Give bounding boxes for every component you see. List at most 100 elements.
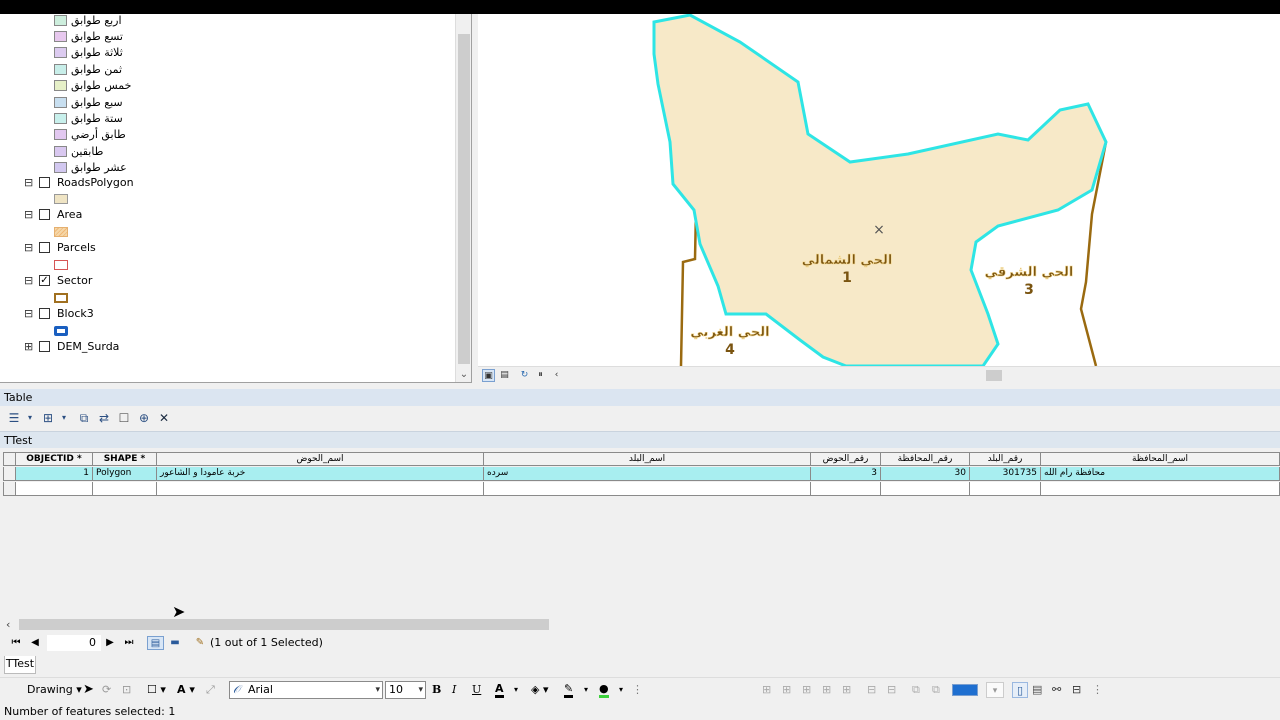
column-header[interactable]: رقم_البلد: [970, 452, 1041, 466]
record-number-input[interactable]: 0: [47, 635, 101, 651]
align-right-icon[interactable]: ⊞: [802, 682, 811, 698]
layout-toggle-icon[interactable]: ▤: [1032, 682, 1042, 698]
font-name-select[interactable]: 𝒪 Arial ▾: [229, 681, 383, 699]
scroll-left-arrow-icon[interactable]: ‹: [6, 617, 10, 632]
align-center-icon[interactable]: ⊞: [782, 682, 791, 698]
cell-objectid[interactable]: 1: [16, 467, 93, 481]
class-item[interactable]: ستة طوابق: [54, 110, 123, 126]
layer-item[interactable]: ⊞ DEM_Surda: [24, 338, 119, 354]
class-item[interactable]: طابقين: [54, 143, 103, 159]
column-header[interactable]: اسم_البلد: [484, 452, 811, 466]
column-header[interactable]: SHAPE *: [93, 452, 157, 466]
cell-town-name[interactable]: سرده: [484, 467, 811, 481]
drawing-menu[interactable]: Drawing ▾: [27, 682, 82, 698]
delete-selected-icon[interactable]: ✕: [156, 410, 172, 426]
rectangle-icon[interactable]: ☐ ▾: [147, 682, 166, 698]
fill-color-swatch[interactable]: [952, 684, 978, 696]
empty-cell[interactable]: [16, 482, 93, 496]
scroll-left-icon[interactable]: ‹: [550, 369, 563, 382]
empty-cell[interactable]: [1041, 482, 1280, 496]
layer-expander-icon[interactable]: ⊞: [24, 341, 33, 352]
table-options-icon[interactable]: ☰: [6, 410, 22, 426]
class-item[interactable]: سبع طوابق: [54, 94, 123, 110]
toc-scroll-thumb[interactable]: [458, 34, 470, 364]
fill-color-icon[interactable]: ◈ ▾: [531, 682, 548, 698]
last-record-icon[interactable]: ⏭: [122, 636, 136, 650]
layer-item[interactable]: ⊟ RoadsPolygon: [24, 174, 134, 190]
layer-visibility-checkbox[interactable]: ✓: [39, 274, 50, 286]
font-size-select[interactable]: 10 ▾: [385, 681, 426, 699]
row-selector-header[interactable]: [3, 452, 16, 466]
table-horizontal-scrollbar[interactable]: ‹: [3, 617, 1280, 632]
bold-button[interactable]: B: [432, 682, 441, 698]
column-header[interactable]: OBJECTID *: [16, 452, 93, 466]
empty-cell[interactable]: [881, 482, 970, 496]
distribute-vertical-icon[interactable]: ⊟: [887, 682, 896, 698]
class-item[interactable]: طابق أرضي: [54, 127, 126, 143]
layer-item[interactable]: ⊟ Area: [24, 207, 82, 223]
refresh-icon[interactable]: ↻: [518, 369, 531, 382]
align-left-icon[interactable]: ⊞: [762, 682, 771, 698]
row-selector[interactable]: [3, 482, 16, 496]
edit-vertices-icon[interactable]: ⤢: [206, 682, 215, 698]
layout-view-icon[interactable]: ▤: [498, 369, 511, 382]
toolbar-options-icon[interactable]: ⋮: [632, 682, 643, 698]
marker-color-icon[interactable]: ●: [599, 682, 609, 698]
align-bottom-icon[interactable]: ⊞: [842, 682, 851, 698]
previous-record-icon[interactable]: ◀: [28, 636, 42, 650]
font-color-dropdown-icon[interactable]: ▾: [514, 682, 518, 698]
cell-gov-no[interactable]: 30: [881, 467, 970, 481]
switch-selection-icon[interactable]: ⇄: [96, 410, 112, 426]
report-icon[interactable]: ⊟: [1072, 682, 1081, 698]
layer-visibility-checkbox[interactable]: [39, 242, 50, 254]
empty-cell[interactable]: [484, 482, 811, 496]
select-by-attributes-icon[interactable]: ⧉: [76, 410, 92, 426]
layer-visibility-checkbox[interactable]: [39, 209, 50, 221]
layer-visibility-checkbox[interactable]: [39, 307, 50, 319]
zoom-whole-page-icon[interactable]: ⊡: [122, 682, 131, 698]
column-header[interactable]: رقم_الحوض: [811, 452, 881, 466]
cell-shape[interactable]: Polygon: [93, 467, 157, 481]
clear-selection-icon[interactable]: ☐: [116, 410, 132, 426]
map-scroll-thumb[interactable]: [986, 370, 1002, 381]
empty-cell[interactable]: [93, 482, 157, 496]
table-new-row[interactable]: [3, 482, 1280, 496]
row-selector[interactable]: [3, 467, 16, 481]
column-header[interactable]: رقم_المحافظة: [881, 452, 970, 466]
table-options-dropdown-icon[interactable]: ▾: [22, 410, 38, 426]
toolbar-options-icon[interactable]: ⋮: [1092, 682, 1103, 698]
empty-cell[interactable]: [970, 482, 1041, 496]
first-record-icon[interactable]: ⏮: [9, 636, 23, 650]
group-icon[interactable]: ⧉: [912, 682, 920, 698]
line-color-icon[interactable]: ✎: [564, 682, 574, 698]
new-text-icon[interactable]: A ▾: [177, 682, 195, 698]
italic-button[interactable]: I: [452, 682, 456, 698]
class-item[interactable]: ثلاثة طوابق: [54, 45, 123, 61]
related-tables-dropdown-icon[interactable]: ▾: [56, 410, 72, 426]
table-row[interactable]: 1 Polygon خربة عامودا و الشاعور سرده 3 3…: [3, 467, 1280, 481]
rotate-icon[interactable]: ⟳: [102, 682, 111, 698]
scroll-down-arrow-icon[interactable]: ⌄: [458, 369, 470, 381]
show-all-records-icon[interactable]: ▤: [147, 636, 164, 650]
layer-item[interactable]: ⊟ Parcels: [24, 240, 96, 256]
layer-visibility-checkbox[interactable]: [39, 176, 50, 188]
underline-button[interactable]: U: [472, 682, 481, 698]
next-record-icon[interactable]: ▶: [103, 636, 117, 650]
table-tab[interactable]: TTest: [4, 656, 36, 674]
zoom-to-selected-icon[interactable]: ⊕: [136, 410, 152, 426]
select-elements-icon[interactable]: ➤: [83, 682, 94, 698]
ungroup-icon[interactable]: ⧉: [932, 682, 940, 698]
class-item[interactable]: تسع طوابق: [54, 28, 123, 44]
layer-item[interactable]: ⊟ ✓ Sector: [24, 272, 92, 288]
layer-expander-icon[interactable]: ⊟: [24, 209, 33, 220]
map-view[interactable]: × الحي الشمالي 1 الحي الشرقي 3 الحي الغر…: [478, 14, 1280, 366]
data-view-icon[interactable]: ▣: [482, 369, 495, 382]
layer-expander-icon[interactable]: ⊟: [24, 275, 33, 286]
layer-item[interactable]: ⊟ Block3: [24, 305, 94, 321]
distribute-horizontal-icon[interactable]: ⊟: [867, 682, 876, 698]
layout-page-icon[interactable]: ▯: [1012, 682, 1028, 698]
layer-visibility-checkbox[interactable]: [39, 340, 50, 352]
cell-basin-name[interactable]: خربة عامودا و الشاعور: [157, 467, 484, 481]
show-selected-records-icon[interactable]: ▬: [168, 636, 182, 650]
related-tables-icon[interactable]: ⊞: [40, 410, 56, 426]
